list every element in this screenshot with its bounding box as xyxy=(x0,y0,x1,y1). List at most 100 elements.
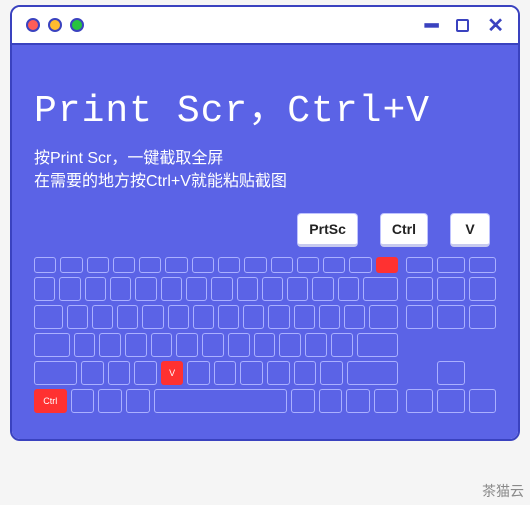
key xyxy=(187,361,210,385)
key xyxy=(34,333,70,357)
key xyxy=(34,277,55,301)
callout-key-v: V xyxy=(450,213,490,247)
close-icon[interactable]: ✕ xyxy=(487,13,504,38)
key xyxy=(176,333,198,357)
key xyxy=(243,305,264,329)
window-titlebar: ━ ✕ xyxy=(12,7,518,45)
key xyxy=(81,361,104,385)
key xyxy=(437,305,464,329)
key xyxy=(312,277,333,301)
key-v-highlight: V xyxy=(161,361,184,385)
key xyxy=(287,277,308,301)
key xyxy=(113,257,135,273)
key xyxy=(126,389,150,413)
key xyxy=(161,277,182,301)
maximize-icon[interactable] xyxy=(456,19,469,32)
key xyxy=(60,257,82,273)
key xyxy=(406,277,433,301)
key xyxy=(323,257,345,273)
content-panel: Print Scr，Ctrl+V 按Print Scr，一键截取全屏 在需要的地… xyxy=(12,45,518,439)
headline-text: Print Scr，Ctrl+V xyxy=(34,77,496,133)
key xyxy=(406,305,433,329)
key xyxy=(349,257,371,273)
watermark-text: 茶猫云 xyxy=(482,481,524,501)
key xyxy=(186,277,207,301)
key xyxy=(297,257,319,273)
key xyxy=(369,305,398,329)
key-prtsc-highlight xyxy=(376,257,398,273)
key-ctrl-highlight: Ctrl xyxy=(34,389,67,413)
key xyxy=(338,277,359,301)
key xyxy=(87,257,109,273)
key xyxy=(59,277,80,301)
callout-key-prtsc: PrtSc xyxy=(297,213,358,247)
key xyxy=(142,305,163,329)
key xyxy=(85,277,106,301)
subline-1: 按Print Scr，一键截取全屏 xyxy=(34,147,496,170)
key xyxy=(218,257,240,273)
key xyxy=(240,361,263,385)
nav-cluster xyxy=(406,257,496,413)
key xyxy=(469,257,496,273)
callout-key-ctrl: Ctrl xyxy=(380,213,428,247)
key xyxy=(374,389,398,413)
key xyxy=(305,333,327,357)
key xyxy=(469,277,496,301)
key xyxy=(406,257,433,273)
key xyxy=(168,305,189,329)
key xyxy=(244,257,266,273)
browser-window: ━ ✕ Print Scr，Ctrl+V 按Print Scr，一键截取全屏 在… xyxy=(10,5,520,441)
key xyxy=(110,277,131,301)
key xyxy=(346,389,370,413)
window-controls: ━ ✕ xyxy=(425,13,504,38)
key xyxy=(320,361,343,385)
keyboard-illustration: V Ctrl xyxy=(34,257,496,413)
key xyxy=(139,257,161,273)
key xyxy=(117,305,138,329)
key xyxy=(218,305,239,329)
key xyxy=(254,333,276,357)
key xyxy=(99,333,121,357)
key xyxy=(165,257,187,273)
key xyxy=(469,305,496,329)
key xyxy=(319,305,340,329)
subline-2: 在需要的地方按Ctrl+V就能粘贴截图 xyxy=(34,170,496,193)
key-arrow-left xyxy=(406,389,433,413)
key xyxy=(262,277,283,301)
key xyxy=(98,389,122,413)
key xyxy=(237,277,258,301)
key xyxy=(74,333,96,357)
key xyxy=(363,277,398,301)
key-arrow-up xyxy=(437,361,464,385)
key xyxy=(125,333,147,357)
close-dot-icon[interactable] xyxy=(26,18,40,32)
key xyxy=(71,389,95,413)
key xyxy=(214,361,237,385)
maximize-dot-icon[interactable] xyxy=(70,18,84,32)
key-arrow-down xyxy=(437,389,464,413)
key xyxy=(34,305,63,329)
key xyxy=(437,257,464,273)
minimize-dot-icon[interactable] xyxy=(48,18,62,32)
key xyxy=(347,361,398,385)
key xyxy=(193,305,214,329)
key xyxy=(319,389,343,413)
key xyxy=(151,333,173,357)
key-arrow-right xyxy=(469,389,496,413)
key xyxy=(134,361,157,385)
key xyxy=(192,257,214,273)
key xyxy=(108,361,131,385)
traffic-lights xyxy=(26,18,84,32)
key xyxy=(228,333,250,357)
minimize-icon[interactable]: ━ xyxy=(425,20,438,31)
key xyxy=(34,257,56,273)
key xyxy=(267,361,290,385)
key xyxy=(211,277,232,301)
key xyxy=(268,305,289,329)
key xyxy=(294,361,317,385)
key xyxy=(67,305,88,329)
key xyxy=(357,333,398,357)
key xyxy=(279,333,301,357)
key-spacebar xyxy=(154,389,287,413)
key xyxy=(202,333,224,357)
